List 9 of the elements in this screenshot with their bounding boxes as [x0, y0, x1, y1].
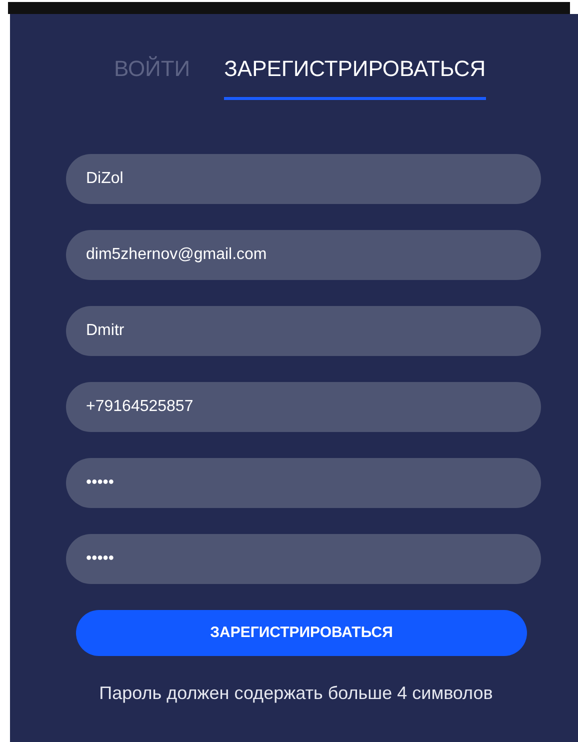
register-button[interactable]: ЗАРЕГИСТРИРОВАТЬСЯ	[76, 610, 527, 656]
input-field[interactable]: +79164525857	[66, 382, 541, 432]
input-field[interactable]: •••••	[66, 534, 541, 584]
input-field[interactable]: Dmitr	[66, 306, 541, 356]
input-field[interactable]: DiZol	[66, 154, 541, 204]
error-message: Пароль должен содержать больше 4 символов	[99, 682, 493, 705]
input-field[interactable]: •••••	[66, 458, 541, 508]
input-field[interactable]: dim5zhernov@gmail.com	[66, 230, 541, 280]
tab[interactable]: ЗАРЕГИСТРИРОВАТЬСЯ	[224, 52, 486, 100]
